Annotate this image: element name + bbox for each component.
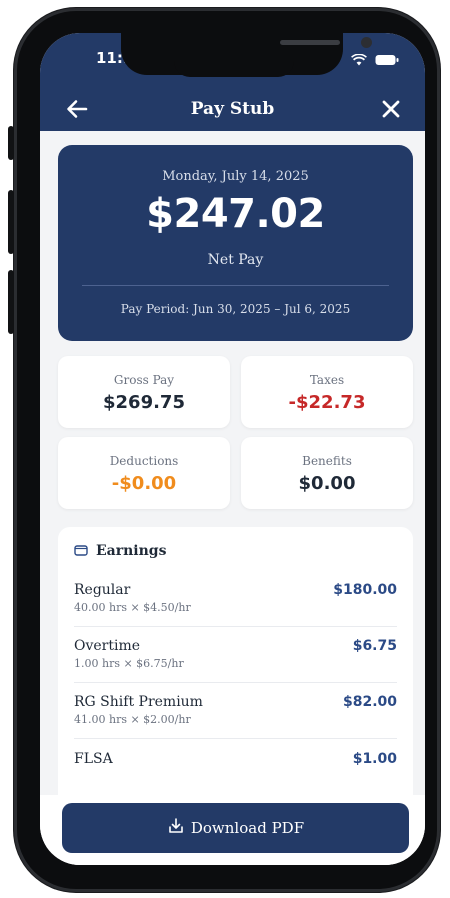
pay-date: Monday, July 14, 2025 (162, 169, 309, 184)
page-title: Pay Stub (190, 99, 275, 119)
row-divider (74, 738, 397, 739)
earning-amount: $82.00 (342, 694, 397, 710)
app-screen: 11:12 Pay Stub Monday, July 14, 2025 $24… (40, 33, 425, 865)
taxes-value: -$22.73 (288, 392, 366, 413)
close-icon (382, 100, 400, 118)
earnings-title: Earnings (96, 542, 167, 559)
earning-name: Overtime (74, 638, 141, 654)
earning-row: Overtime 1.00 hrs × $6.75/hr $6.75 (74, 638, 397, 670)
earning-amount: $1.00 (352, 751, 397, 767)
row-divider (74, 626, 397, 627)
earnings-header: Earnings (74, 541, 166, 560)
wallet-icon (74, 541, 88, 560)
deductions-card: Deductions -$0.00 (58, 437, 230, 509)
gross-pay-label: Gross Pay (113, 373, 175, 387)
earning-detail: 41.00 hrs × $2.00/hr (74, 713, 191, 726)
net-pay-amount: $247.02 (146, 191, 325, 237)
camera-dot (361, 37, 372, 48)
gross-pay-card: Gross Pay $269.75 (58, 356, 230, 428)
deductions-label: Deductions (109, 454, 179, 468)
taxes-label: Taxes (309, 373, 345, 387)
net-pay-label: Net Pay (207, 252, 264, 268)
close-button[interactable] (379, 97, 403, 121)
taxes-card: Taxes -$22.73 (241, 356, 413, 428)
benefits-value: $0.00 (298, 473, 356, 494)
row-divider (74, 682, 397, 683)
earning-row: FLSA $1.00 (74, 751, 397, 767)
battery-icon (375, 51, 399, 70)
net-pay-card: Monday, July 14, 2025 $247.02 Net Pay Pa… (58, 145, 413, 341)
volume-up-button (8, 190, 14, 254)
pay-period: Pay Period: Jun 30, 2025 – Jul 6, 2025 (120, 302, 351, 316)
earning-amount: $180.00 (333, 582, 397, 598)
status-icons (351, 51, 399, 70)
deductions-value: -$0.00 (111, 473, 177, 494)
gross-pay-value: $269.75 (103, 392, 185, 413)
earning-amount: $6.75 (352, 638, 397, 654)
mute-switch (8, 126, 14, 160)
download-pdf-button[interactable]: Download PDF (62, 803, 409, 853)
notch-lip (174, 59, 294, 77)
earning-detail: 1.00 hrs × $6.75/hr (74, 657, 184, 670)
earning-row: Regular 40.00 hrs × $4.50/hr $180.00 (74, 582, 397, 614)
earnings-card: Earnings Regular 40.00 hrs × $4.50/hr $1… (58, 527, 413, 817)
wifi-icon (351, 51, 367, 70)
app-header: 11:12 Pay Stub (40, 33, 425, 131)
benefits-card: Benefits $0.00 (241, 437, 413, 509)
volume-down-button (8, 270, 14, 334)
earning-detail: 40.00 hrs × $4.50/hr (74, 601, 191, 614)
speaker-grille (280, 40, 340, 45)
benefits-label: Benefits (302, 454, 352, 468)
earning-row: RG Shift Premium 41.00 hrs × $2.00/hr $8… (74, 694, 397, 726)
divider (82, 285, 389, 286)
earning-name: FLSA (74, 751, 113, 767)
download-icon (167, 817, 185, 839)
download-pdf-label: Download PDF (190, 819, 305, 837)
